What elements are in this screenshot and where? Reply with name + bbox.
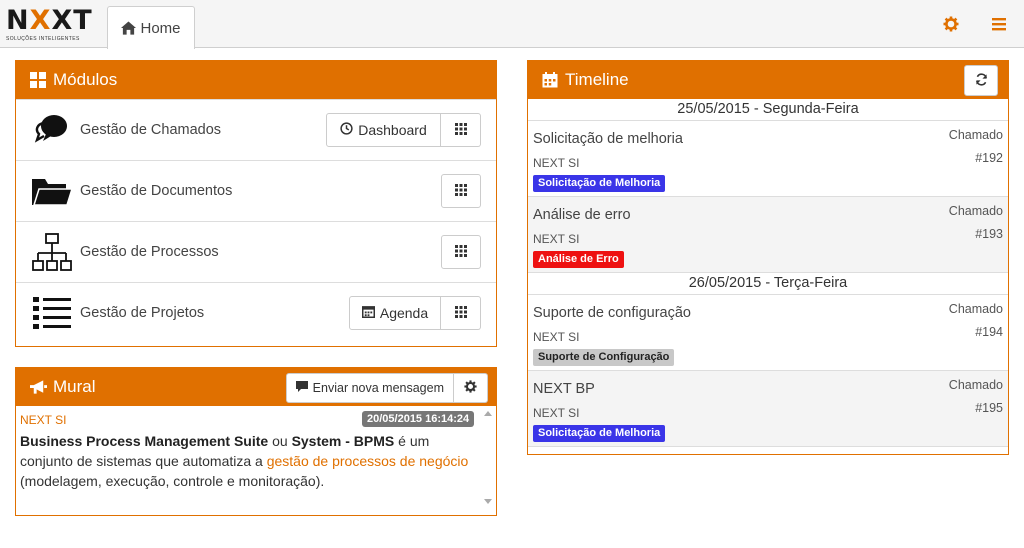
item-kind: Chamado <box>948 302 1003 316</box>
timeline-header: Timeline <box>528 61 1008 99</box>
agenda-button[interactable]: Agenda <box>349 296 441 330</box>
agenda-label: Agenda <box>379 305 429 321</box>
menu-icon[interactable] <box>992 16 1008 32</box>
module-grid-button-chamados[interactable] <box>441 113 481 147</box>
grid-icon <box>455 183 467 199</box>
item-org: NEXT SI <box>533 330 580 344</box>
dashboard-label: Dashboard <box>358 122 427 138</box>
item-title: Solicitação de melhoria <box>533 131 683 147</box>
item-category-badge: Solicitação de Melhoria <box>533 425 666 442</box>
next-logo[interactable]: NXXT SOLUÇÕES INTELIGENTES <box>6 7 100 43</box>
item-category-badge: Análise de Erro <box>533 251 624 268</box>
module-label-projetos[interactable]: Gestão de Projetos <box>80 305 204 321</box>
logo-wordmark: NXXT <box>6 5 93 36</box>
sitemap-icon <box>32 232 72 272</box>
grid-icon <box>454 305 467 321</box>
gear-icon <box>464 380 477 396</box>
item-category-badge: Solicitação de Melhoria <box>533 175 666 192</box>
item-number: #192 <box>975 151 1003 165</box>
timeline-title: Timeline <box>565 70 629 89</box>
top-navbar: NXXT SOLUÇÕES INTELIGENTES Home <box>0 0 1024 49</box>
item-title: Suporte de configuração <box>533 305 691 321</box>
tab-home-label: Home <box>140 19 181 37</box>
module-label-documentos[interactable]: Gestão de Documentos <box>80 183 232 199</box>
message-sender: NEXT SI <box>20 413 67 427</box>
mural-panel: Mural Enviar nova mensagem NEXT SI 20/05… <box>15 367 497 516</box>
message-text: Business Process Management Suite ou Sys… <box>20 433 469 489</box>
mural-settings-button[interactable] <box>454 373 488 403</box>
send-message-label: Enviar nova mensagem <box>312 381 444 395</box>
modulos-panel: Módulos Gestão de Chamados Dashboard Ges… <box>15 60 497 347</box>
grid-icon <box>455 244 467 260</box>
module-row-chamados: Gestão de Chamados Dashboard <box>16 99 496 160</box>
module-grid-button-projetos[interactable] <box>441 296 481 330</box>
tab-home[interactable]: Home <box>107 6 195 49</box>
module-grid-button-processos[interactable] <box>441 235 481 269</box>
module-label-chamados[interactable]: Gestão de Chamados <box>80 122 221 138</box>
folder-open-icon <box>32 171 72 211</box>
module-row-documentos: Gestão de Documentos <box>16 160 496 221</box>
timeline-item[interactable]: Suporte de configuração NEXT SI Suporte … <box>528 295 1008 371</box>
scroll-up-arrow[interactable] <box>484 411 492 416</box>
comment-icon <box>295 381 308 395</box>
timeline-item[interactable]: Análise de erro NEXT SI Análise de Erro … <box>528 197 1008 273</box>
logo-tagline: SOLUÇÕES INTELIGENTES <box>6 36 80 42</box>
module-grid-button-documentos[interactable] <box>441 174 481 208</box>
module-row-projetos: Gestão de Projetos Agenda <box>16 282 496 343</box>
modulos-header: Módulos <box>16 61 496 99</box>
clock-icon <box>340 122 353 138</box>
timeline-day-header: 26/05/2015 - Terça-Feira <box>528 273 1008 295</box>
timeline-day-header: 25/05/2015 - Segunda-Feira <box>528 99 1008 121</box>
mural-message: NEXT SI 20/05/2015 16:14:24 Business Pro… <box>16 406 496 515</box>
item-org: NEXT SI <box>533 232 580 246</box>
calendar-icon <box>361 305 375 321</box>
item-org: NEXT SI <box>533 406 580 420</box>
item-kind: Chamado <box>948 378 1003 392</box>
comments-icon <box>32 110 72 150</box>
timeline-item[interactable]: NEXT BP NEXT SI Solicitação de Melhoria … <box>528 371 1008 447</box>
item-number: #195 <box>975 401 1003 415</box>
timeline-item[interactable]: Solicitação de melhoria NEXT SI Solicita… <box>528 121 1008 197</box>
bullhorn-icon <box>30 379 47 396</box>
dashboard-button[interactable]: Dashboard <box>326 113 441 147</box>
item-category-badge: Suporte de Configuração <box>533 349 675 366</box>
item-kind: Chamado <box>948 204 1003 218</box>
gear-icon[interactable] <box>943 16 959 32</box>
mural-scrollbar[interactable] <box>482 408 494 504</box>
home-icon <box>121 21 137 35</box>
mural-header: Mural Enviar nova mensagem <box>16 368 496 406</box>
module-row-processos: Gestão de Processos <box>16 221 496 282</box>
item-title: NEXT BP <box>533 381 595 397</box>
grid-icon <box>454 122 467 138</box>
item-title: Análise de erro <box>533 207 631 223</box>
item-number: #194 <box>975 325 1003 339</box>
scroll-down-arrow[interactable] <box>484 499 492 504</box>
send-message-button[interactable]: Enviar nova mensagem <box>285 373 454 403</box>
message-link[interactable]: gestão de processos de negócio <box>267 453 469 469</box>
timeline-panel: Timeline 25/05/2015 - Segunda-Feira Soli… <box>527 60 1009 455</box>
item-number: #193 <box>975 227 1003 241</box>
item-org: NEXT SI <box>533 156 580 170</box>
refresh-icon <box>975 71 988 91</box>
list-icon <box>32 293 72 333</box>
windows-grid-icon <box>30 72 47 89</box>
refresh-button[interactable] <box>964 65 998 96</box>
modulos-title: Módulos <box>53 70 118 89</box>
module-label-processos[interactable]: Gestão de Processos <box>80 244 219 260</box>
calendar-icon <box>542 72 559 89</box>
item-kind: Chamado <box>948 128 1003 142</box>
mural-title: Mural <box>53 377 96 396</box>
mural-toolbar: Enviar nova mensagem <box>285 373 488 403</box>
message-date-badge: 20/05/2015 16:14:24 <box>362 411 475 427</box>
